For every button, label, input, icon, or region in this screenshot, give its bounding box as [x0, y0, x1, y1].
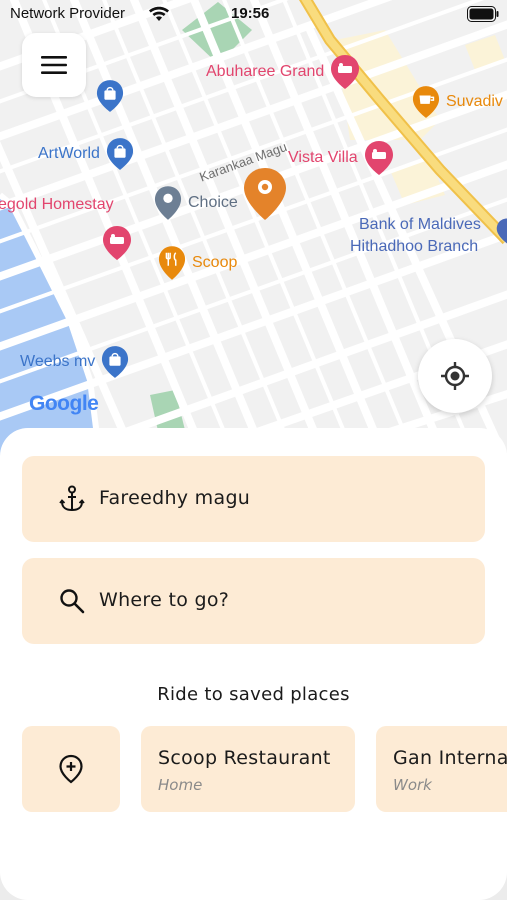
saved-place-name: Gan International [393, 747, 507, 769]
wifi-icon [149, 6, 169, 21]
selected-location-marker[interactable] [242, 166, 288, 226]
status-bar: Network Provider 19:56 [0, 0, 507, 30]
hotel-pin-icon [331, 55, 360, 89]
anchor-icon [58, 485, 86, 513]
hotel-pin-icon [364, 141, 393, 175]
add-saved-place-button[interactable] [22, 726, 120, 812]
poi-bank-of-maldives[interactable]: Bank of Maldives [359, 216, 481, 234]
pickup-location-field[interactable]: Fareedhy magu [22, 456, 485, 542]
poi-label: egold Homestay [0, 196, 114, 213]
poi-shopping-top[interactable] [96, 78, 124, 114]
shopping-pin-icon [96, 80, 124, 112]
saved-place-card[interactable]: Gan International Work [376, 726, 507, 812]
add-location-pin-icon [59, 754, 83, 784]
poi-artworld[interactable]: ArtWorld [38, 136, 134, 172]
poi-label: ArtWorld [38, 145, 100, 162]
saved-places-title: Ride to saved places [157, 684, 350, 705]
saved-places-list[interactable]: Scoop Restaurant Home Gan International … [0, 726, 507, 814]
poi-bank-branch[interactable]: Hithadhoo Branch [350, 238, 478, 256]
cafe-pin-icon [412, 86, 440, 118]
poi-abuharee-grand[interactable]: Abuharee Grand [206, 54, 360, 90]
poi-homestay-pin[interactable] [102, 224, 132, 262]
destination-search-field[interactable]: Where to go? [22, 558, 485, 644]
pickup-location-text: Fareedhy magu [99, 487, 251, 509]
restaurant-pin-icon [158, 246, 186, 280]
saved-place-name: Scoop Restaurant [158, 747, 331, 769]
bank-pin-icon [496, 218, 507, 244]
battery-icon [467, 6, 499, 22]
google-logo-letters: Google [29, 392, 99, 415]
poi-suvadiv[interactable]: Suvadiv [412, 84, 503, 120]
hamburger-menu-icon [41, 56, 67, 74]
carrier-name: Network Provider [10, 5, 126, 22]
shopping-pin-icon [106, 138, 134, 170]
shopping-pin-icon [102, 346, 129, 378]
bank-pin[interactable] [496, 216, 507, 250]
poi-scoop[interactable]: Scoop [158, 244, 237, 282]
my-location-button[interactable] [418, 339, 492, 413]
poi-label: Weebs mv [20, 353, 96, 370]
poi-choice[interactable]: Choice [154, 184, 238, 222]
hotel-pin-icon [103, 226, 131, 260]
saved-place-type: Home [158, 776, 203, 794]
destination-placeholder: Where to go? [99, 589, 230, 611]
ride-home-screen: Karankaa Magu Abuharee Grand Suvadiv Art… [0, 0, 507, 900]
poi-vista-villa[interactable]: Vista Villa [288, 140, 394, 176]
poi-label: Abuharee Grand [206, 63, 325, 80]
crosshair-location-icon [441, 362, 469, 390]
saved-place-card[interactable]: Scoop Restaurant Home [141, 726, 355, 812]
place-pin-icon [154, 186, 182, 220]
poi-egold-homestay[interactable]: egold Homestay [0, 196, 114, 214]
map-view[interactable]: Karankaa Magu Abuharee Grand Suvadiv Art… [0, 0, 507, 460]
poi-label: Vista Villa [288, 149, 358, 166]
poi-label: Scoop [192, 254, 238, 271]
poi-label: Choice [188, 194, 238, 211]
status-time: 19:56 [231, 5, 270, 22]
poi-label: Suvadiv [446, 93, 503, 110]
location-marker-icon [244, 168, 286, 220]
ride-bottom-sheet: Fareedhy magu Where to go? Ride to saved… [0, 428, 507, 900]
poi-weebs-mv[interactable]: Weebs mv [20, 344, 129, 380]
saved-place-type: Work [393, 776, 432, 794]
google-attribution: Google [29, 392, 99, 416]
menu-button[interactable] [22, 33, 86, 97]
search-icon [58, 587, 86, 615]
